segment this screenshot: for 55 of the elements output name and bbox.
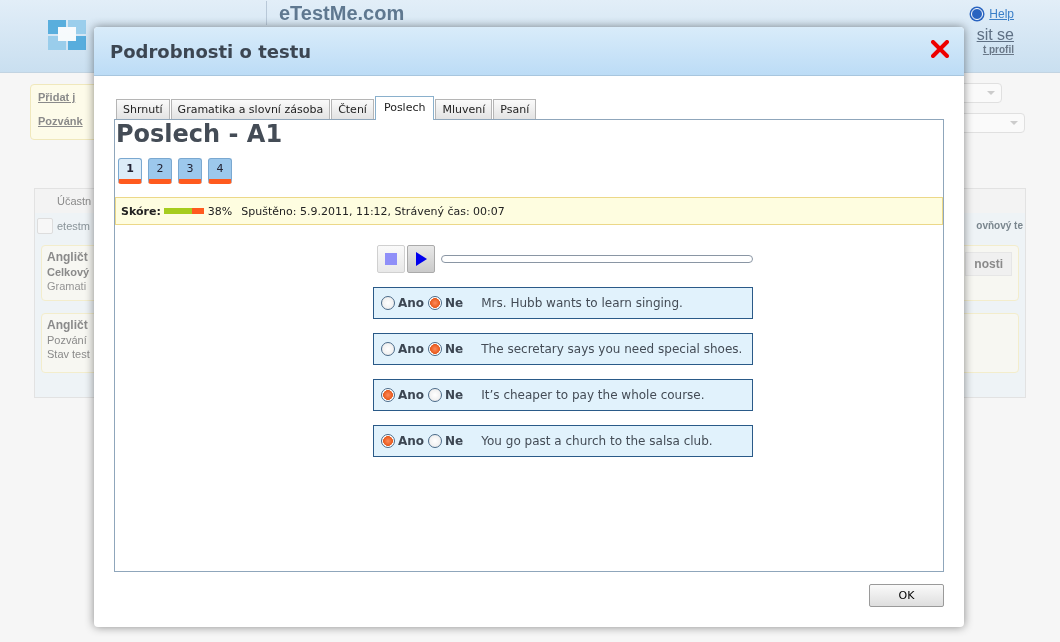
section-heading: Poslech - A1 — [116, 120, 284, 148]
help-icon — [969, 6, 986, 22]
option-label: Ano — [398, 388, 425, 402]
radio-button[interactable] — [428, 388, 443, 402]
close-icon[interactable] — [931, 40, 949, 58]
part-button[interactable]: 1 — [118, 158, 142, 184]
score-percent: 38% — [207, 204, 233, 218]
table-cell: etestm — [57, 220, 90, 232]
option-label: Ne — [445, 388, 464, 402]
card-title: Angličt — [47, 318, 88, 332]
card-text: Gramati — [47, 280, 87, 292]
column-header: Účastn — [57, 195, 92, 207]
option-label: Ne — [445, 342, 464, 356]
ok-button[interactable]: OK — [869, 584, 944, 607]
radio-button[interactable] — [381, 342, 395, 356]
card-text: Pozvání — [47, 334, 87, 346]
part-button[interactable]: 4 — [208, 158, 232, 184]
statement-text: Mrs. Hubb wants to learn singing. — [481, 296, 683, 310]
part-button[interactable]: 3 — [178, 158, 202, 184]
statement-text: You go past a church to the salsa club. — [481, 434, 713, 448]
score-label: Skóre: — [121, 204, 161, 218]
tab[interactable]: Mluvení — [435, 99, 493, 119]
play-icon — [415, 252, 427, 266]
part-button[interactable]: 2 — [148, 158, 172, 184]
tab[interactable]: Poslech — [374, 96, 435, 120]
help-link[interactable]: Help — [989, 7, 1014, 21]
logo-icon — [48, 20, 88, 50]
tab[interactable]: Shrnutí — [116, 99, 170, 119]
tab[interactable]: Čtení — [331, 99, 374, 119]
statement-text: The secretary says you need special shoes. — [481, 342, 743, 356]
card-text: Celkový — [47, 266, 90, 278]
tab[interactable]: Gramatika a slovní zásoba — [170, 99, 331, 119]
card-title: Angličt — [47, 250, 88, 264]
dialog-title: Podrobnosti o testu — [110, 40, 312, 62]
option-label: Ne — [445, 296, 464, 310]
site-title: eTestMe.com — [266, 1, 405, 25]
column-header: ovňový te — [976, 219, 1023, 231]
progress-track[interactable] — [441, 255, 753, 263]
option-label: Ano — [398, 296, 425, 310]
option-label: Ne — [445, 434, 464, 448]
tab[interactable]: Psaní — [493, 99, 537, 119]
card-text: Stav test — [47, 348, 90, 360]
radio-button[interactable] — [381, 434, 395, 448]
option-label: Ano — [398, 434, 425, 448]
radio-button[interactable] — [428, 434, 443, 448]
radio-button[interactable] — [381, 388, 395, 402]
play-button[interactable] — [407, 245, 435, 273]
radio-button[interactable] — [428, 296, 443, 310]
option-label: Ano — [398, 342, 425, 356]
radio-button[interactable] — [381, 296, 395, 310]
radio-button[interactable] — [428, 342, 443, 356]
score-info: Spuštěno: 5.9.2011, 11:12, Strávený čas: 00:07 — [241, 204, 505, 218]
stop-icon — [385, 253, 397, 265]
statement-text: It’s cheaper to pay the whole course. — [481, 388, 705, 402]
login-link[interactable]: sit se — [976, 26, 1014, 44]
